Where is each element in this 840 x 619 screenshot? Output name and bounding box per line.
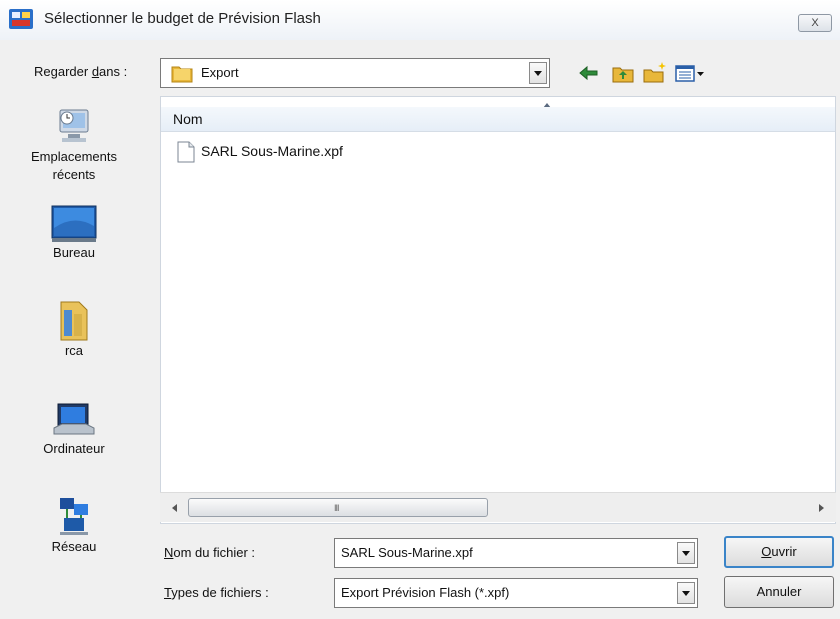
place-network[interactable]: Réseau [14, 496, 134, 556]
file-type-label: Types de fichiers : [164, 585, 269, 600]
computer-icon [53, 403, 95, 435]
title-bar[interactable]: Sélectionner le budget de Prévision Flas… [0, 0, 840, 40]
folder-icon [171, 66, 193, 83]
chevron-down-icon[interactable] [529, 62, 547, 84]
place-label: Ordinateur [43, 441, 105, 456]
recent-places-icon [59, 109, 89, 142]
chevron-down-icon[interactable] [677, 582, 695, 604]
place-desktop[interactable]: Bureau [14, 204, 134, 262]
scroll-left-icon[interactable] [168, 501, 182, 515]
network-icon [60, 498, 88, 535]
place-label: Réseau [51, 539, 97, 554]
view-menu-button[interactable] [674, 60, 706, 86]
look-in-dropdown[interactable]: Export [160, 58, 550, 88]
back-arrow-icon [579, 65, 598, 81]
file-open-dialog: Sélectionner le budget de Prévision Flas… [0, 0, 840, 619]
new-folder-button[interactable] [642, 60, 668, 86]
window-title: Sélectionner le budget de Prévision Flas… [44, 10, 321, 27]
column-header-label: Nom [173, 111, 203, 127]
file-name: SARL Sous-Marine.xpf [201, 143, 343, 159]
user-folder-icon [60, 301, 88, 341]
app-icon [9, 9, 33, 29]
look-in-label: Regarder dans : [34, 64, 128, 79]
desktop-icon [51, 205, 97, 242]
scroll-thumb[interactable]: III [188, 498, 488, 517]
place-label: Emplacements récents [31, 149, 117, 182]
cancel-button[interactable]: Annuler [724, 576, 834, 608]
place-label: Bureau [53, 245, 95, 260]
scroll-right-icon[interactable] [814, 501, 828, 515]
place-computer[interactable]: Ordinateur [14, 398, 134, 458]
file-name-label: Nom du fichier : [164, 545, 256, 560]
horizontal-scrollbar[interactable]: III [160, 492, 836, 522]
chevron-down-icon[interactable] [677, 542, 695, 564]
file-type-dropdown[interactable]: Export Prévision Flash (*.xpf) [334, 578, 698, 608]
look-in-value: Export [201, 65, 239, 80]
open-button[interactable]: Ouvrir [724, 536, 834, 568]
file-list[interactable]: Nom SARL Sous-Marine.xpf [160, 96, 836, 524]
place-user[interactable]: rca [14, 300, 134, 360]
column-header-name[interactable]: Nom [161, 107, 835, 132]
file-name-input[interactable]: SARL Sous-Marine.xpf [334, 538, 698, 568]
place-label: rca [64, 343, 84, 358]
view-menu-icon [675, 65, 704, 82]
place-recent[interactable]: Emplacements récents [14, 106, 134, 184]
close-button[interactable]: X [798, 14, 832, 32]
grip-icon: III [334, 503, 339, 513]
close-icon: X [811, 17, 819, 29]
file-name-value: SARL Sous-Marine.xpf [341, 545, 473, 560]
new-folder-icon [643, 62, 666, 83]
up-one-level-icon [612, 67, 634, 83]
up-one-level-button[interactable] [610, 60, 636, 86]
file-type-value: Export Prévision Flash (*.xpf) [341, 585, 510, 600]
document-icon [177, 141, 195, 163]
back-button[interactable] [576, 60, 602, 86]
